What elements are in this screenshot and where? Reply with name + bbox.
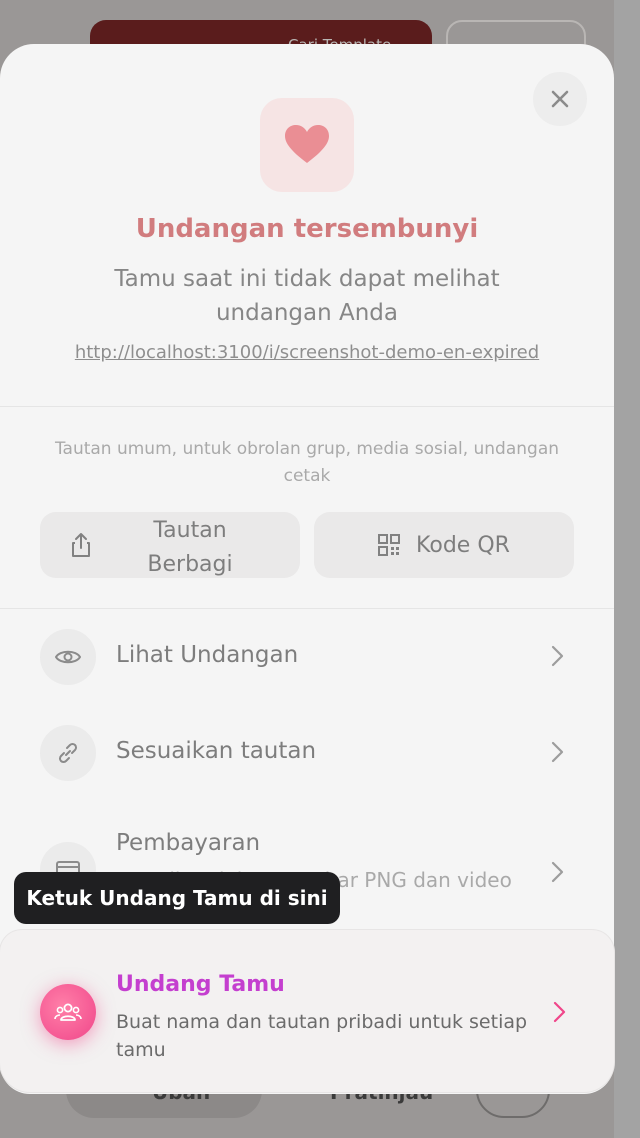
share-link-label: Tautan Berbagi — [147, 518, 233, 577]
close-icon — [551, 90, 569, 108]
menu-item-customize-link[interactable]: Sesuaikan tautan — [0, 708, 614, 798]
chevron-right-icon — [553, 1001, 566, 1023]
invitation-link[interactable]: http://localhost:3100/i/screenshot-demo-… — [0, 342, 614, 363]
menu-label: Pembayaran — [116, 830, 261, 856]
menu-item-view-invitation[interactable]: Lihat Undangan — [0, 612, 614, 702]
share-icon — [72, 533, 90, 557]
eye-icon — [55, 650, 81, 664]
chevron-right-icon — [551, 741, 564, 763]
invite-guests-title: Undang Tamu — [116, 972, 285, 997]
chevron-right-icon — [551, 645, 564, 667]
invite-guests-subtitle: Buat nama dan tautan pribadi untuk setia… — [116, 1011, 528, 1061]
sheet-title: Undangan tersembunyi — [135, 214, 479, 244]
menu-icon-wrap — [40, 629, 96, 685]
sheet-subtitle: Tamu saat ini tidak dapat melihat undang… — [114, 266, 500, 326]
qr-code-button[interactable]: Kode QR — [314, 512, 574, 578]
menu-label: Lihat Undangan — [116, 642, 299, 668]
invite-guests-item[interactable]: Undang Tamu Buat nama dan tautan pribadi… — [0, 930, 614, 1092]
qr-code-icon — [378, 534, 401, 556]
qr-code-label: Kode QR — [416, 532, 510, 558]
invite-icon-wrap — [40, 984, 96, 1040]
menu-label: Sesuaikan tautan — [116, 738, 317, 764]
background-strip — [614, 0, 640, 1138]
chevron-right-icon — [551, 861, 564, 883]
close-button[interactable] — [533, 72, 587, 126]
link-icon — [58, 742, 78, 764]
heart-badge — [260, 98, 354, 192]
divider — [0, 406, 614, 407]
tooltip-text: Ketuk Undang Tamu di sini — [26, 886, 328, 910]
share-hint: Tautan umum, untuk obrolan grup, media s… — [54, 439, 560, 486]
menu-icon-wrap — [40, 725, 96, 781]
guests-icon — [54, 1003, 82, 1021]
divider — [0, 608, 614, 609]
share-link-button[interactable]: Tautan Berbagi — [40, 512, 300, 578]
heart-icon — [285, 125, 329, 163]
onboarding-tooltip: Ketuk Undang Tamu di sini — [14, 872, 340, 924]
